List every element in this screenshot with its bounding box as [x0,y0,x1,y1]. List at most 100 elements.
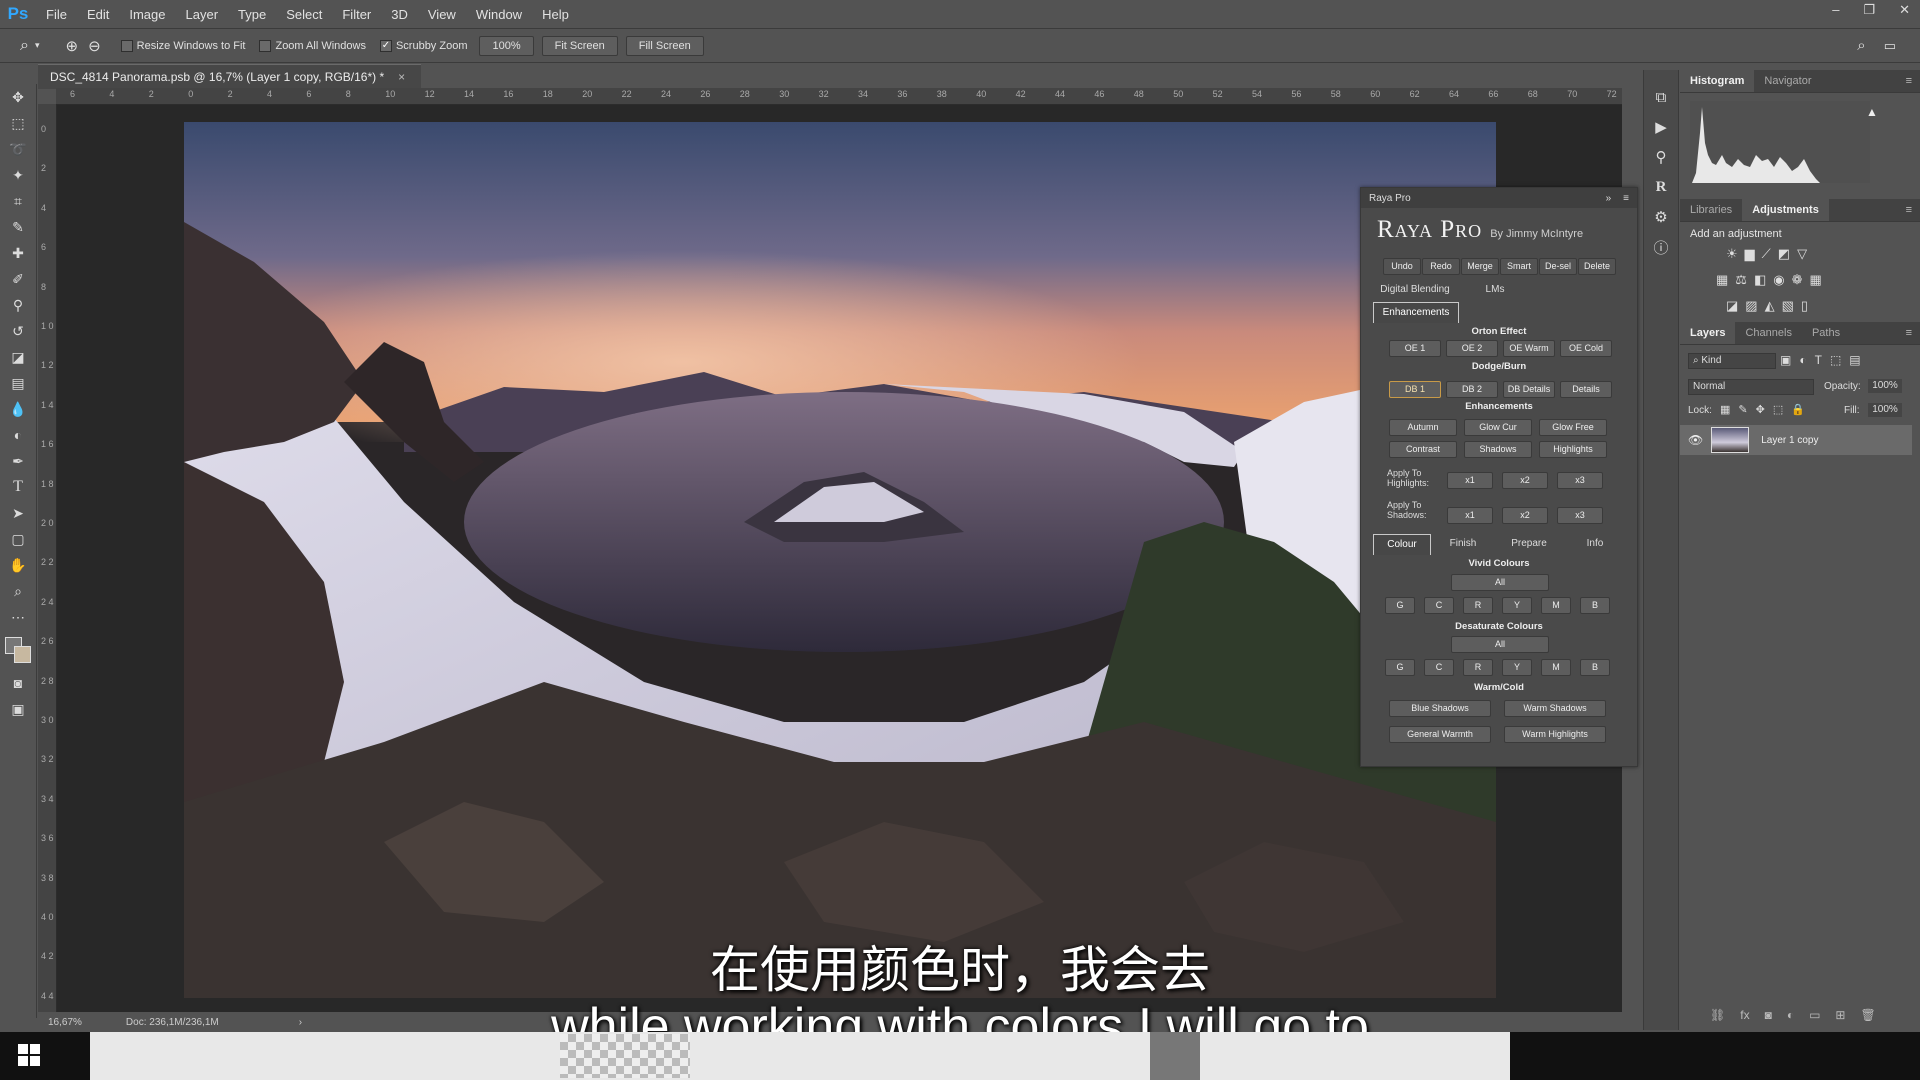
highlights-x2-button[interactable]: x2 [1502,472,1548,489]
color-swatches-icon[interactable] [0,630,36,670]
desaturate-r-button[interactable]: R [1463,659,1493,676]
blend-mode-select[interactable]: Normal [1688,379,1814,395]
channel-mixer-icon[interactable]: ❁ [1792,272,1803,288]
shadows-button[interactable]: Shadows [1464,441,1532,458]
layer-row[interactable]: 👁 Layer 1 copy [1680,425,1912,455]
menu-window[interactable]: Window [466,7,532,22]
info-icon[interactable]: ⓘ [1644,232,1678,262]
check-icon[interactable]: ✓ [379,39,392,52]
filter-type-icon[interactable]: T [1815,353,1822,367]
vivid-b-button[interactable]: B [1580,597,1610,614]
history-brush-icon[interactable]: ↺ [0,318,36,344]
windows-start-icon[interactable] [18,1044,40,1071]
invert-icon[interactable]: ◪ [1726,298,1738,314]
oe-warm-button[interactable]: OE Warm [1503,340,1555,357]
lock-brush-icon[interactable]: ✎ [1738,403,1747,416]
menu-image[interactable]: Image [119,7,175,22]
gradient-map-icon[interactable]: ▧ [1782,298,1794,314]
tab-lms[interactable]: LMs [1463,280,1527,300]
general-warmth-button[interactable]: General Warmth [1389,726,1491,743]
opacity-field[interactable]: 100% [1868,379,1902,393]
tab-enhancements[interactable]: Enhancements [1373,302,1459,323]
undo-button[interactable]: Undo [1383,258,1421,275]
panel-menu-icon[interactable]: ≡ [1623,193,1629,204]
marquee-tool-icon[interactable]: ⬚ [0,110,36,136]
healing-brush-icon[interactable]: ✚ [0,240,36,266]
zoom-tool-icon[interactable]: ⌕ [20,37,29,55]
panel-menu-icon[interactable]: ≡ [1906,327,1912,339]
oe-2-button[interactable]: OE 2 [1446,340,1498,357]
de-sel-button[interactable]: De-sel [1539,258,1577,275]
hue-sat-icon[interactable]: ▦ [1716,272,1728,288]
scrubby-zoom-checkbox[interactable]: ✓ Scrubby Zoom [379,39,467,52]
warning-icon[interactable]: ▲ [1866,105,1878,119]
redo-button[interactable]: Redo [1422,258,1460,275]
search-icon[interactable]: ⌕ [1857,37,1865,54]
contrast-button[interactable]: Contrast [1389,441,1457,458]
filter-adjust-icon[interactable]: ◐ [1799,353,1806,367]
threshold-icon[interactable]: ◭ [1765,298,1775,314]
lock-all-icon[interactable]: 🔒 [1791,403,1805,416]
pen-tool-icon[interactable]: ✒ [0,448,36,474]
levels-icon[interactable]: ▆ [1745,246,1755,262]
tab-channels[interactable]: Channels [1735,322,1801,344]
gradient-icon[interactable]: ▤ [0,370,36,396]
exposure-icon[interactable]: ◩ [1778,246,1790,262]
lasso-tool-icon[interactable]: ➰ [0,136,36,162]
highlights-button[interactable]: Highlights [1539,441,1607,458]
zoom-in-icon[interactable]: ⊕ [66,37,79,55]
minimize-button[interactable]: – [1832,2,1839,18]
vivid-g-button[interactable]: G [1385,597,1415,614]
vivid-y-button[interactable]: Y [1502,597,1532,614]
workspace-icon[interactable]: ▭ [1884,38,1896,54]
checkbox-box[interactable] [120,39,133,52]
screen-mode-icon[interactable]: ▣ [0,696,36,722]
selective-color-icon[interactable]: ▯ [1801,298,1808,314]
panorama-photo[interactable] [184,122,1496,998]
raya-pro-icon[interactable]: R [1644,172,1678,202]
shadows-x2-button[interactable]: x2 [1502,507,1548,524]
kind-filter[interactable]: ⌕ Kind [1688,353,1776,369]
shadows-x3-button[interactable]: x3 [1557,507,1603,524]
oe-1-button[interactable]: OE 1 [1389,340,1441,357]
quick-mask-icon[interactable]: ◙ [0,670,36,696]
autumn-button[interactable]: Autumn [1389,419,1457,436]
tab-prepare[interactable]: Prepare [1497,534,1561,554]
actions-play-icon[interactable]: ▶ [1644,112,1678,142]
document-tab[interactable]: DSC_4814 Panorama.psb @ 16,7% (Layer 1 c… [38,64,422,89]
desaturate-c-button[interactable]: C [1424,659,1454,676]
tab-finish[interactable]: Finish [1435,534,1491,554]
eyedropper-icon[interactable]: ✎ [0,214,36,240]
restore-button[interactable]: ❐ [1863,2,1875,18]
blue-shadows-button[interactable]: Blue Shadows [1389,700,1491,717]
vivid-r-button[interactable]: R [1463,597,1493,614]
magic-wand-icon[interactable]: ✦ [0,162,36,188]
visibility-eye-icon[interactable]: 👁 [1688,433,1703,447]
lock-move-icon[interactable]: ✥ [1756,403,1765,416]
details-button[interactable]: Details [1560,381,1612,398]
layer-name[interactable]: Layer 1 copy [1761,435,1818,446]
photo-filter-icon[interactable]: ◉ [1773,272,1784,288]
tab-layers[interactable]: Layers [1680,322,1736,344]
highlights-x3-button[interactable]: x3 [1557,472,1603,489]
shape-tool-icon[interactable]: ▢ [0,526,36,552]
shadows-x1-button[interactable]: x1 [1447,507,1493,524]
glow-free-button[interactable]: Glow Free [1539,419,1607,436]
blur-tool-icon[interactable]: 💧 [0,396,36,422]
close-tab-icon[interactable]: × [398,70,405,84]
highlights-x1-button[interactable]: x1 [1447,472,1493,489]
tab-paths[interactable]: Paths [1802,322,1850,344]
tab-info[interactable]: Info [1567,534,1623,554]
filter-pixel-icon[interactable]: ▣ [1780,353,1791,367]
zoom-tool-icon[interactable]: ⌕ [0,578,36,604]
black-white-icon[interactable]: ◧ [1754,272,1766,288]
glow-cur-button[interactable]: Glow Cur [1464,419,1532,436]
filter-smart-icon[interactable]: ▤ [1849,353,1860,367]
color-balance-icon[interactable]: ⚖ [1735,272,1747,288]
menu-help[interactable]: Help [532,7,579,22]
menu-view[interactable]: View [418,7,466,22]
zoom-value-field[interactable]: 100% [479,35,534,56]
menu-3d[interactable]: 3D [381,7,418,22]
eraser-icon[interactable]: ◪ [0,344,36,370]
vibrance-icon[interactable]: ▽ [1797,246,1807,262]
